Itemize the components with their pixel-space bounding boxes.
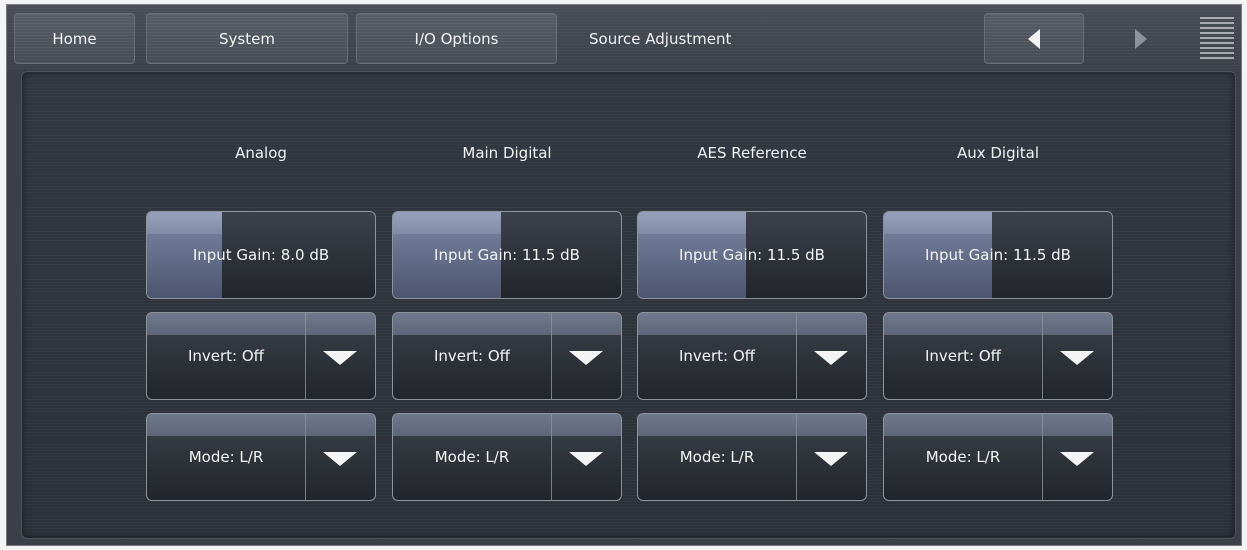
column-header-main-digital: Main Digital: [462, 144, 552, 162]
input-gain-label: Input Gain: 8.0 dB: [192, 246, 330, 264]
mode-dropdown-aes-reference[interactable]: Mode: L/R: [637, 413, 867, 501]
invert-dropdown-aes-reference[interactable]: Invert: Off: [637, 312, 867, 400]
page-title: Source Adjustment: [589, 29, 732, 48]
io-options-button[interactable]: I/O Options: [356, 13, 557, 64]
chevron-down-icon: [814, 452, 848, 466]
column-header-aes-reference: AES Reference: [697, 144, 807, 162]
mode-label: Mode: L/R: [925, 448, 1001, 466]
chevron-down-icon: [1060, 452, 1094, 466]
input-gain-label: Input Gain: 11.5 dB: [679, 246, 825, 264]
input-gain-control-aes-reference[interactable]: Input Gain: 11.5 dB: [637, 211, 867, 299]
mode-label: Mode: L/R: [679, 448, 755, 466]
right-arrow-icon[interactable]: [1135, 29, 1147, 49]
chevron-down-icon: [569, 452, 603, 466]
input-gain-control-analog[interactable]: Input Gain: 8.0 dB: [146, 211, 376, 299]
mode-dropdown-aux-digital[interactable]: Mode: L/R: [883, 413, 1113, 501]
invert-label: Invert: Off: [924, 347, 1002, 365]
invert-label: Invert: Off: [433, 347, 511, 365]
column-header-aux-digital: Aux Digital: [956, 144, 1040, 162]
mode-dropdown-main-digital[interactable]: Mode: L/R: [392, 413, 622, 501]
input-gain-control-main-digital[interactable]: Input Gain: 11.5 dB: [392, 211, 622, 299]
mode-label: Mode: L/R: [188, 448, 264, 466]
chevron-down-icon: [569, 351, 603, 365]
invert-dropdown-analog[interactable]: Invert: Off: [146, 312, 376, 400]
input-gain-control-aux-digital[interactable]: Input Gain: 11.5 dB: [883, 211, 1113, 299]
home-button[interactable]: Home: [14, 13, 135, 64]
column-header-analog: Analog: [235, 144, 287, 162]
back-button[interactable]: [984, 13, 1084, 64]
invert-dropdown-aux-digital[interactable]: Invert: Off: [883, 312, 1113, 400]
invert-dropdown-main-digital[interactable]: Invert: Off: [392, 312, 622, 400]
menu-lines-icon[interactable]: [1200, 17, 1234, 61]
chevron-down-icon: [323, 351, 357, 365]
mode-dropdown-analog[interactable]: Mode: L/R: [146, 413, 376, 501]
chevron-down-icon: [323, 452, 357, 466]
left-arrow-icon: [1028, 28, 1040, 49]
chevron-down-icon: [1060, 351, 1094, 365]
input-gain-label: Input Gain: 11.5 dB: [925, 246, 1071, 264]
input-gain-label: Input Gain: 11.5 dB: [434, 246, 580, 264]
invert-label: Invert: Off: [187, 347, 265, 365]
invert-label: Invert: Off: [678, 347, 756, 365]
system-button[interactable]: System: [146, 13, 348, 64]
mode-label: Mode: L/R: [434, 448, 510, 466]
chevron-down-icon: [814, 351, 848, 365]
top-nav-bar: Home System I/O Options Source Adjustmen…: [7, 5, 1241, 69]
